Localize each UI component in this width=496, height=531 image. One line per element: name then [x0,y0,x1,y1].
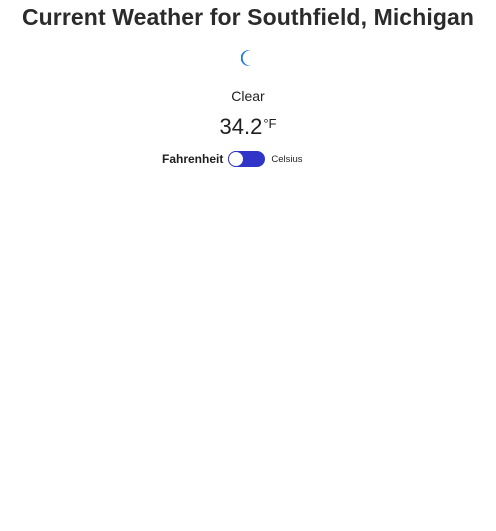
temperature-unit: °F [263,116,277,131]
fahrenheit-label[interactable]: Fahrenheit [162,152,223,166]
page-title: Current Weather for Southfield, Michigan [21,4,475,30]
temperature-display: 34.2°F [0,114,496,140]
unit-toggle-switch[interactable] [228,151,266,167]
celsius-label[interactable]: Celsius [271,154,302,165]
temperature-value: 34.2 [219,114,263,139]
weather-condition: Clear [231,88,265,104]
unit-toggle-row: Fahrenheit Celsius [162,150,303,168]
unit-toggle-knob[interactable] [229,152,244,166]
weather-icon-container [0,49,496,72]
moon-icon [241,50,251,66]
